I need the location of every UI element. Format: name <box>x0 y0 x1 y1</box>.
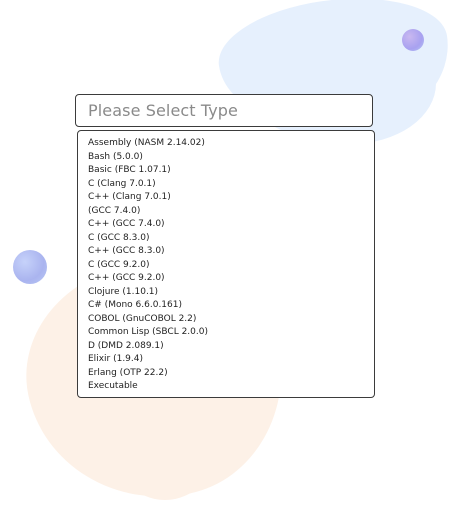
type-select[interactable]: Please Select Type <box>75 94 373 127</box>
option-item[interactable]: D (DMD 2.089.1) <box>88 340 374 354</box>
decorative-dot-lilac <box>13 250 47 284</box>
background-blob-blue-lower <box>246 34 436 144</box>
background-blob-peach-lower <box>110 380 220 500</box>
option-item[interactable]: C# (Mono 6.6.0.161) <box>88 299 374 313</box>
option-item[interactable]: Bash (5.0.0) <box>88 151 374 165</box>
option-item[interactable]: Executable <box>88 380 374 394</box>
option-item[interactable]: Basic (FBC 1.07.1) <box>88 164 374 178</box>
option-item[interactable]: COBOL (GnuCOBOL 2.2) <box>88 313 374 327</box>
option-item[interactable]: C (Clang 7.0.1) <box>88 178 374 192</box>
option-item[interactable]: Assembly (NASM 2.14.02) <box>88 137 374 151</box>
option-item[interactable]: Erlang (OTP 22.2) <box>88 367 374 381</box>
option-item[interactable]: C (GCC 8.3.0) <box>88 232 374 246</box>
option-item[interactable]: C (GCC 9.2.0) <box>88 259 374 273</box>
option-item[interactable]: C++ (Clang 7.0.1) <box>88 191 374 205</box>
option-item[interactable]: (GCC 7.4.0) <box>88 205 374 219</box>
option-item[interactable]: C++ (GCC 9.2.0) <box>88 272 374 286</box>
option-item[interactable]: Common Lisp (SBCL 2.0.0) <box>88 326 374 340</box>
option-item[interactable]: C++ (GCC 8.3.0) <box>88 245 374 259</box>
type-select-placeholder: Please Select Type <box>88 101 239 120</box>
option-item[interactable]: C++ (GCC 7.4.0) <box>88 218 374 232</box>
type-options-list[interactable]: Assembly (NASM 2.14.02) Bash (5.0.0) Bas… <box>77 130 375 398</box>
option-item[interactable]: Clojure (1.10.1) <box>88 286 374 300</box>
option-item[interactable]: Elixir (1.9.4) <box>88 353 374 367</box>
decorative-dot-purple <box>402 29 424 51</box>
